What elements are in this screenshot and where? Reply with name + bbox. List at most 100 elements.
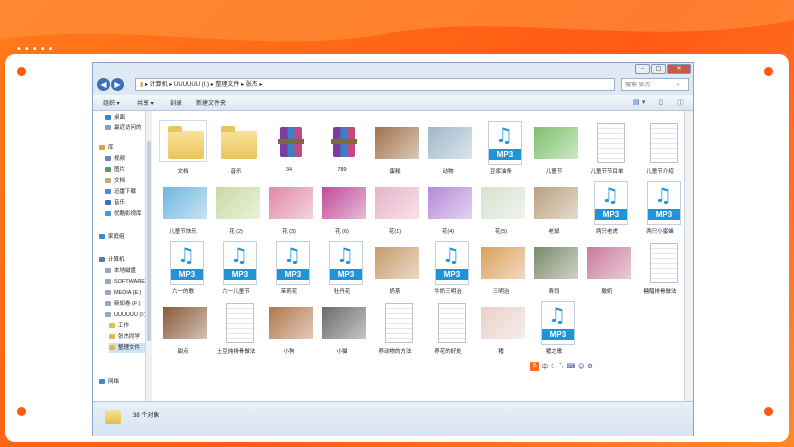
file-item[interactable]: 糖醋排骨做法 [633, 237, 687, 311]
nav-computer[interactable]: 计算机 [99, 255, 145, 265]
nav-network[interactable]: 网络 [99, 377, 145, 387]
command-bar: 组织 ▾ 共享 ▾ 刻录 新建文件夹 ▤ ▾ ▯ ⓘ [93, 95, 693, 111]
maximize-button[interactable]: □ [651, 64, 666, 74]
folder-icon [109, 323, 115, 329]
image-thumbnail [478, 301, 525, 341]
file-item[interactable]: 小猫 [315, 297, 369, 371]
file-name-label: 猪之歌 [545, 349, 563, 355]
file-name-label: 茉莉花 [280, 289, 298, 295]
network-icon [99, 379, 105, 385]
navigation-pane: 桌面 最近访问的 库 视频 图片 文档 迅雷下载 音乐 优酷影视库 家庭组 计算… [93, 111, 152, 401]
mp3-file-icon: ♫ MP3 [425, 241, 471, 285]
title-bar: – □ ✕ [93, 63, 693, 75]
file-item[interactable]: 土豆炖排骨做法 [209, 297, 263, 371]
text-document-icon [637, 241, 683, 283]
keyboard-icon: ⌨ [566, 362, 576, 370]
image-thumbnail [531, 181, 578, 221]
nav-scrollbar[interactable] [145, 111, 152, 401]
image-thumbnail [425, 181, 472, 221]
image-thumbnail [319, 181, 366, 221]
homegroup-icon [99, 234, 105, 240]
search-input[interactable] [625, 82, 675, 88]
text-document-icon [372, 301, 418, 343]
file-name-label: 动物 [442, 169, 454, 175]
file-item[interactable]: 小狗 [262, 297, 316, 371]
image-thumbnail [319, 301, 366, 341]
back-button[interactable]: ◀ [97, 78, 110, 91]
new-folder-button[interactable]: 新建文件夹 [196, 98, 226, 107]
file-name-label: 花(4) [441, 229, 455, 235]
file-name-label: 寿司 [548, 289, 560, 295]
bullet-dot [17, 407, 26, 416]
file-name-label: 牛奶三明治 [434, 289, 462, 295]
nav-libraries[interactable]: 库 [99, 143, 145, 153]
file-item[interactable]: 猪 [474, 297, 528, 371]
computer-icon [99, 257, 105, 263]
image-thumbnail [372, 121, 419, 161]
close-button[interactable]: ✕ [667, 64, 691, 74]
help-icon[interactable]: ⓘ [677, 98, 684, 108]
bullet-dot [17, 67, 26, 76]
image-thumbnail [478, 241, 525, 281]
preview-pane-icon[interactable]: ▯ [659, 98, 663, 106]
share-menu[interactable]: 共享 ▾ [137, 98, 154, 107]
content-scrollbar[interactable] [684, 111, 693, 401]
file-name-label: 34 [285, 167, 293, 173]
mp3-file-icon: ♫ MP3 [478, 121, 524, 165]
drive-icon [105, 290, 111, 296]
file-name-label: 花 (6) [335, 229, 349, 235]
text-document-icon [213, 301, 259, 343]
mp3-file-icon: ♫ MP3 [266, 241, 312, 285]
organize-menu[interactable]: 组织 ▾ [103, 98, 120, 107]
mp3-file-icon: ♫ MP3 [319, 241, 365, 285]
ime-toolbar[interactable]: S 中 ☾ °, ⌨ ☺ ⚙ [530, 361, 598, 371]
folder-icon [109, 345, 115, 351]
image-thumbnail [531, 241, 578, 281]
moon-icon: ☾ [551, 362, 557, 370]
folder-icon [105, 410, 121, 424]
breadcrumb-folder[interactable]: 整理文件 [215, 82, 239, 88]
ime-language[interactable]: 中 [542, 362, 548, 371]
file-item[interactable]: 养花的好处 [421, 297, 475, 371]
minimize-button[interactable]: – [635, 64, 650, 74]
image-thumbnail [160, 301, 207, 341]
file-name-label: 花(5) [494, 229, 508, 235]
file-name-label: 花 (3) [282, 229, 296, 235]
bullet-dot [764, 407, 773, 416]
folder-icon [159, 120, 207, 162]
mp3-file-icon: ♫ MP3 [213, 241, 259, 285]
text-document-icon [637, 121, 683, 163]
file-item[interactable]: ♫ MP3 猪之歌 [527, 297, 581, 371]
file-item[interactable]: 养动物的方法 [368, 297, 422, 371]
search-box[interactable]: ⌕ [621, 78, 689, 91]
address-bar[interactable]: ▮ ▸ 计算机 ▸ UUUUUU (I:) ▸ 整理文件 ▸ 张杰 ▸ [135, 78, 615, 91]
image-thumbnail [425, 121, 472, 161]
breadcrumb-computer[interactable]: 计算机 [150, 82, 168, 88]
drive-icon [105, 279, 111, 285]
image-thumbnail [531, 121, 578, 161]
address-row: ◀ ▶ ▮ ▸ 计算机 ▸ UUUUUU (I:) ▸ 整理文件 ▸ 张杰 ▸ … [93, 76, 693, 94]
nav-homegroup[interactable]: 家庭组 [99, 232, 145, 242]
file-name-label: 花 (2) [229, 229, 243, 235]
breadcrumb-drive[interactable]: UUUUUU (I:) [174, 82, 209, 88]
youku-icon [105, 211, 111, 217]
folder-icon: ▮ [140, 82, 144, 88]
forward-button[interactable]: ▶ [111, 78, 124, 91]
item-count: 38 个对象 [133, 413, 160, 419]
burn-button[interactable]: 刻录 [170, 98, 182, 107]
mp3-file-icon: ♫ MP3 [160, 241, 206, 285]
image-thumbnail [160, 181, 207, 221]
file-item[interactable]: 甜点 [156, 297, 210, 371]
bullet-dot [764, 67, 773, 76]
image-thumbnail [372, 241, 419, 281]
nav-scroll-thumb[interactable] [147, 141, 151, 341]
file-name-label: 三明治 [492, 289, 510, 295]
file-name-label: 花(1) [388, 229, 402, 235]
drive-icon [105, 301, 111, 307]
breadcrumb-current[interactable]: 张杰 [246, 82, 258, 88]
recent-icon [105, 125, 111, 131]
music-icon [105, 200, 111, 206]
text-document-icon [425, 301, 471, 343]
file-item[interactable]: 酸奶 [580, 237, 634, 311]
view-options-icon[interactable]: ▤ ▾ [633, 98, 645, 106]
